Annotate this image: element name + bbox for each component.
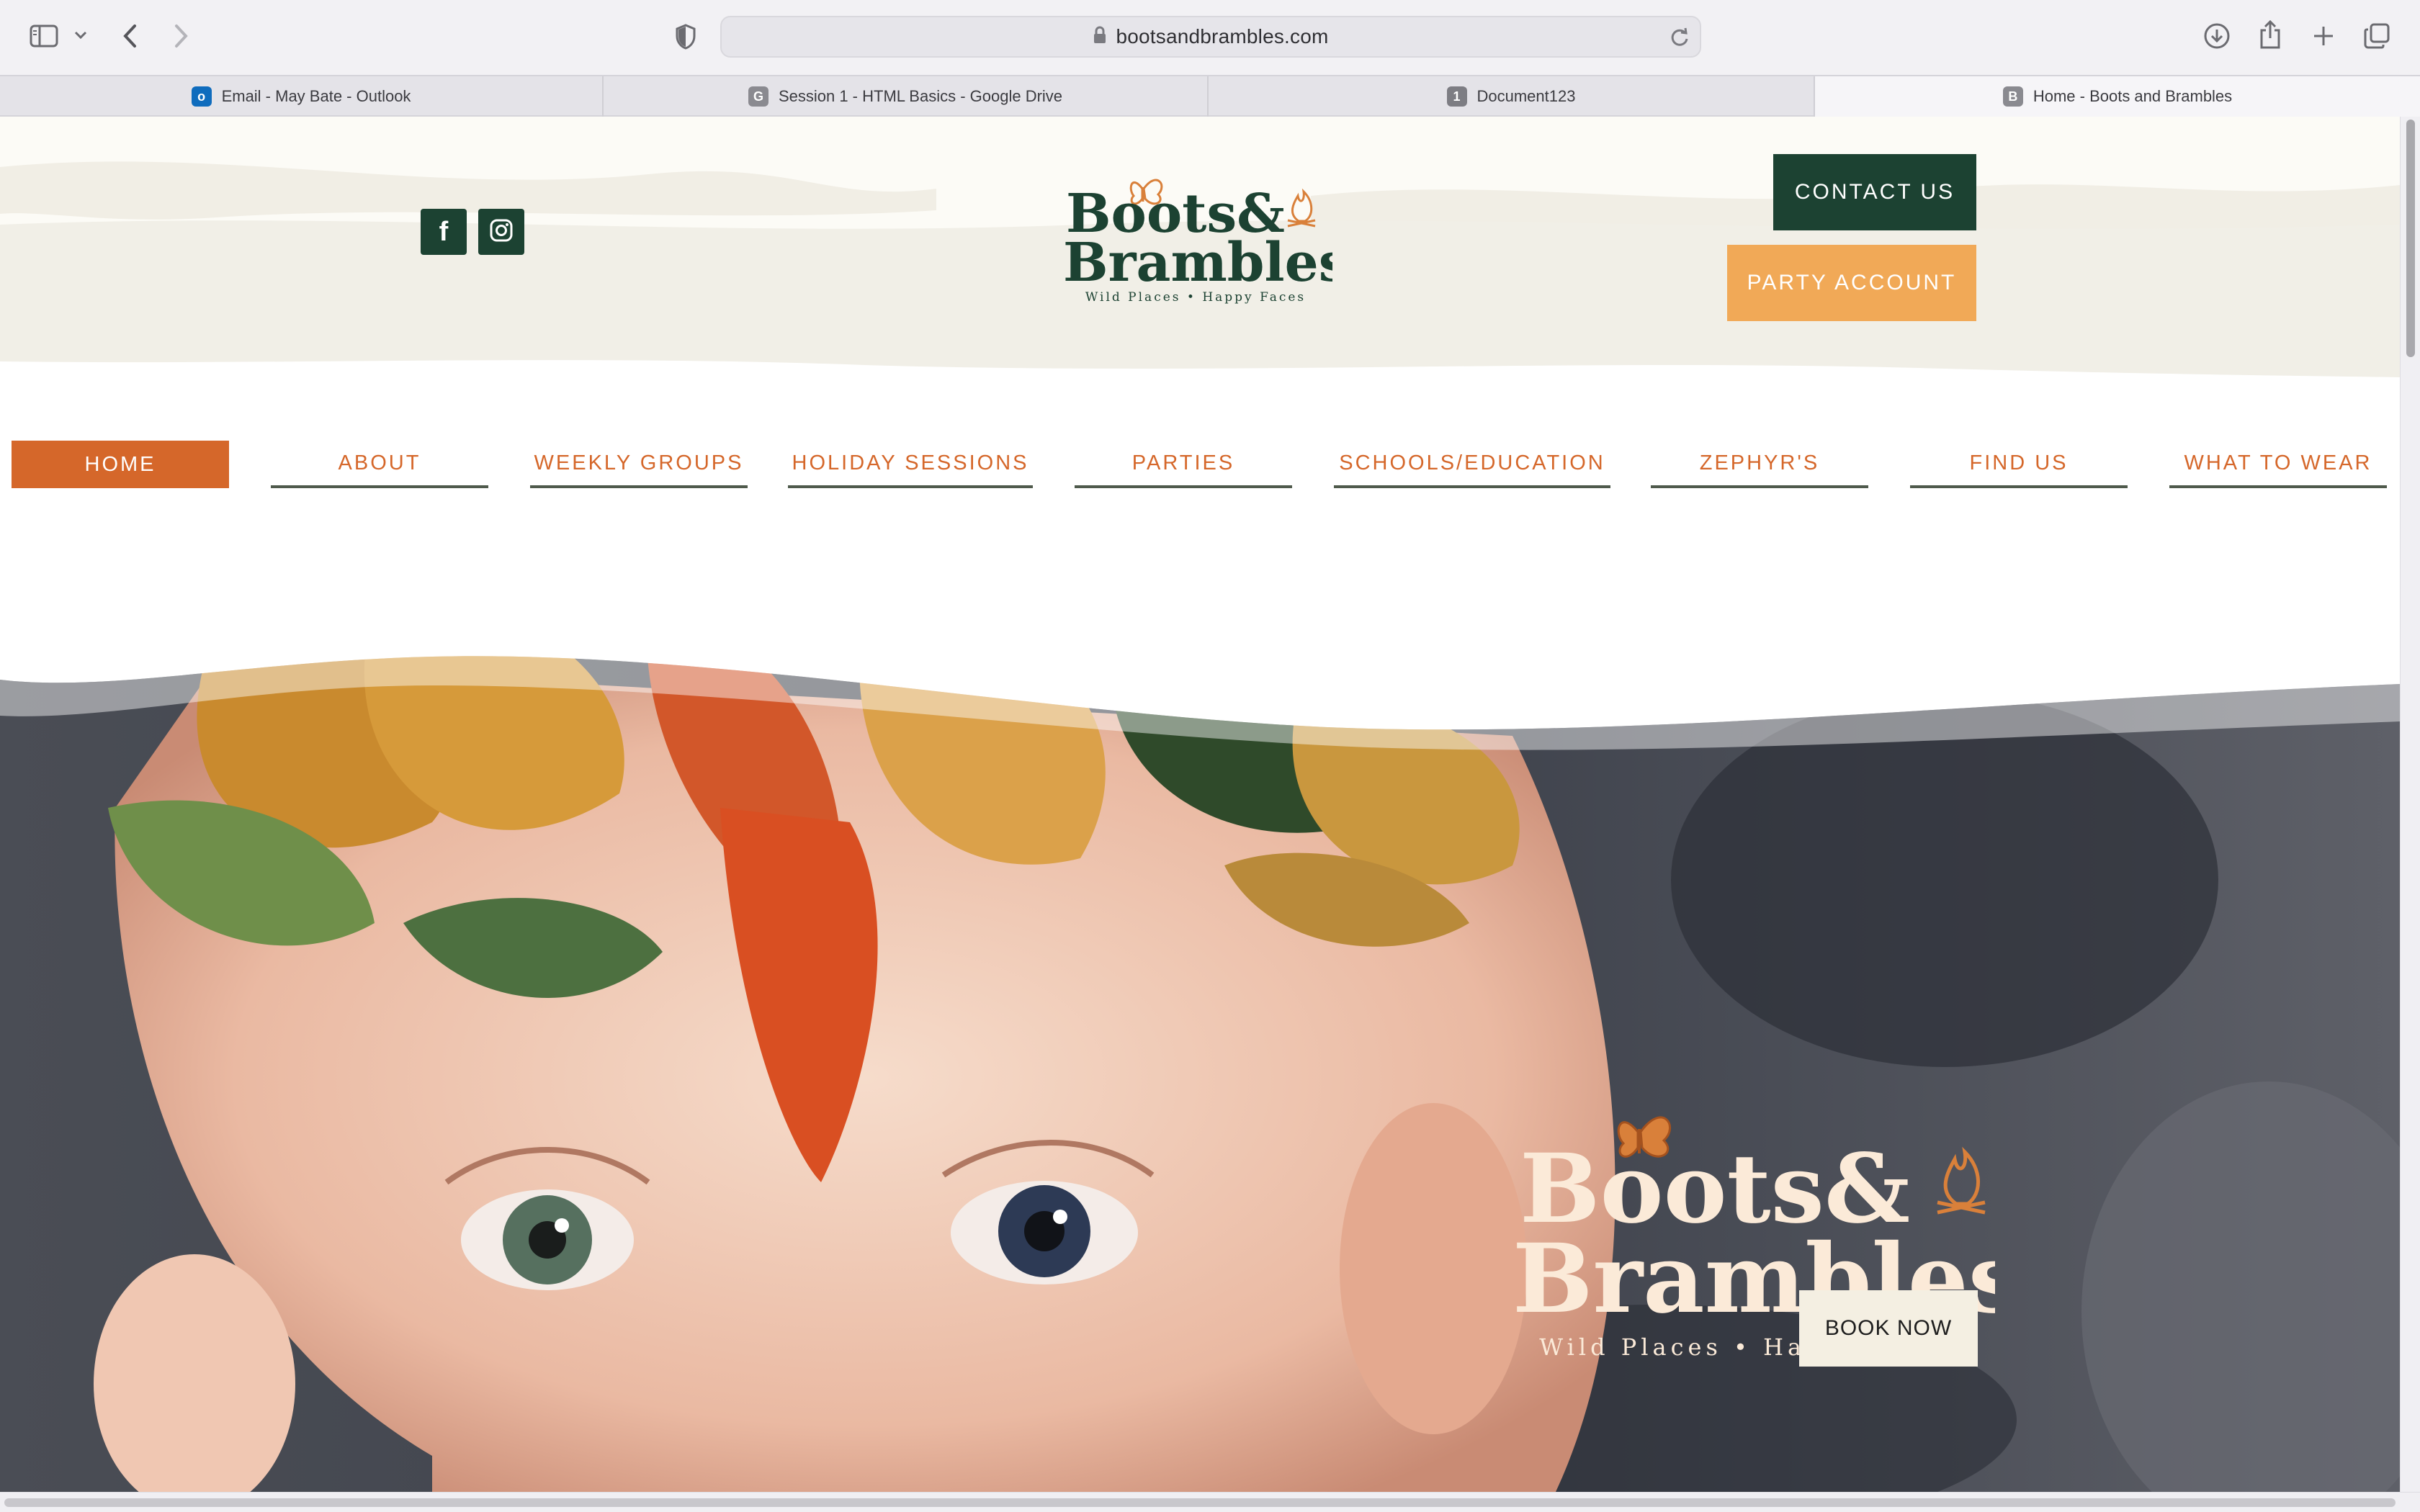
sidebar-icon[interactable] [27,22,60,50]
instagram-icon [489,218,514,246]
chevron-down-icon[interactable] [71,24,91,46]
logo-line-2: Brambles [1063,232,1332,294]
privacy-shield-icon[interactable] [670,20,702,53]
main-nav: HOME ABOUT WEEKLY GROUPS HOLIDAY SESSION… [0,441,2400,498]
nav-find-us[interactable]: FIND US [1910,441,2128,488]
facebook-link[interactable]: f [421,209,467,255]
tab-favicon: G [748,86,768,107]
tab-favicon: B [2002,86,2023,107]
address-bar[interactable]: bootsandbrambles.com [720,16,1701,58]
tab-label: Document123 [1476,87,1576,105]
nav-home[interactable]: HOME [12,441,229,488]
tab-bar: o Email - May Bate - Outlook G Session 1… [0,75,2420,117]
logo-tagline: Wild Places • Happy Faces [1085,290,1306,304]
forward-icon[interactable] [167,20,196,52]
reload-icon[interactable] [1670,27,1690,51]
tab-favicon: 1 [1446,86,1467,107]
campfire-icon [1287,188,1316,228]
instagram-link[interactable] [478,209,524,255]
tab-label: Email - May Bate - Outlook [221,87,411,105]
tab-label: Session 1 - HTML Basics - Google Drive [778,87,1063,105]
nav-parties[interactable]: PARTIES [1075,441,1292,488]
nav-schools-education[interactable]: SCHOOLS/EDUCATION [1334,441,1610,488]
outlook-icon: o [191,86,212,107]
hero-section: Boots& Brambles Wild Places • Happy Face… [0,520,2400,1492]
web-page: f Boots& Brambles Wild Places • Happy Fa… [0,117,2400,1492]
browser-toolbar: bootsandbrambles.com [0,0,2420,75]
hero-image [0,520,2400,1492]
nav-weekly-groups[interactable]: WEEKLY GROUPS [530,441,748,488]
vertical-scrollbar[interactable] [2400,117,2420,1492]
facebook-icon: f [439,217,449,247]
share-icon[interactable] [2254,17,2286,52]
tab-outlook[interactable]: o Email - May Bate - Outlook [0,76,604,117]
party-account-button[interactable]: PARTY ACCOUNT [1727,245,1976,321]
nav-what-to-wear[interactable]: WHAT TO WEAR [2169,441,2387,488]
tab-label: Home - Boots and Brambles [2033,87,2233,105]
tab-document[interactable]: 1 Document123 [1209,76,1815,117]
nav-about[interactable]: ABOUT [271,441,488,488]
campfire-icon [1937,1146,1986,1215]
tab-boots-and-brambles[interactable]: B Home - Boots and Brambles [1815,76,2420,117]
horizontal-scrollbar[interactable] [0,1492,2420,1512]
vertical-scroll-thumb[interactable] [2406,120,2415,357]
contact-us-button[interactable]: CONTACT US [1773,154,1976,230]
url-text: bootsandbrambles.com [1116,25,1329,48]
tab-google-drive[interactable]: G Session 1 - HTML Basics - Google Drive [604,76,1209,117]
book-now-button[interactable]: BOOK NOW [1799,1290,1978,1367]
nav-zephyrs[interactable]: ZEPHYR'S [1651,441,1868,488]
lock-icon [1093,26,1107,48]
download-icon[interactable] [2201,20,2233,52]
horizontal-scroll-thumb[interactable] [4,1498,2396,1507]
site-header: f Boots& Brambles Wild Places • Happy Fa… [0,117,2400,426]
nav-holiday-sessions[interactable]: HOLIDAY SESSIONS [788,441,1033,488]
site-logo[interactable]: Boots& Brambles Wild Places • Happy Face… [1059,160,1332,304]
tab-overview-icon[interactable] [2361,20,2393,52]
back-icon[interactable] [115,20,144,52]
new-tab-icon[interactable] [2308,20,2339,52]
